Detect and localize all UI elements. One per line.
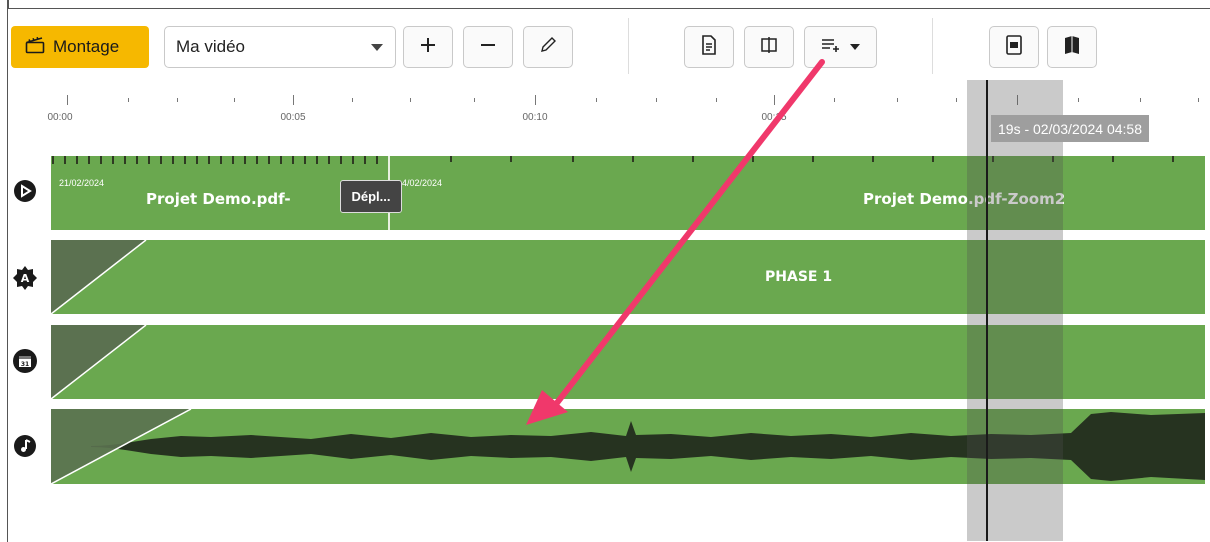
chevron-down-icon bbox=[371, 44, 383, 51]
playhead-band[interactable] bbox=[967, 80, 1063, 541]
clip-title: Projet Demo.pdf- bbox=[146, 190, 291, 208]
ruler-major-tick bbox=[67, 95, 68, 105]
document-icon bbox=[701, 34, 717, 60]
ruler-label: 00:10 bbox=[522, 112, 548, 123]
svg-text:A: A bbox=[21, 272, 30, 285]
ruler-minor-tick bbox=[234, 98, 235, 102]
pencil-icon bbox=[539, 36, 557, 59]
ruler-minor-tick bbox=[1140, 98, 1141, 102]
video-select[interactable]: Ma vidéo bbox=[164, 26, 396, 68]
minus-icon bbox=[479, 36, 497, 59]
svg-text:31: 31 bbox=[21, 361, 29, 368]
fade-in-handle[interactable] bbox=[51, 325, 151, 399]
fade-in-handle[interactable] bbox=[51, 240, 151, 314]
video-select-value: Ma vidéo bbox=[176, 37, 245, 56]
ruler-label: 00:00 bbox=[47, 112, 73, 123]
playhead[interactable] bbox=[986, 80, 988, 541]
ruler-minor-tick bbox=[1198, 98, 1199, 102]
frame-top-mark bbox=[7, 0, 9, 8]
plus-icon bbox=[419, 36, 437, 59]
caret-down-icon bbox=[850, 44, 860, 50]
ruler-major-tick bbox=[293, 95, 294, 105]
ruler-minor-tick bbox=[716, 98, 717, 102]
ruler-minor-tick bbox=[1078, 98, 1079, 102]
montage-label: Montage bbox=[53, 37, 120, 56]
play-circle-icon bbox=[12, 178, 38, 204]
ruler-minor-tick bbox=[177, 98, 178, 102]
ruler-label: 00:05 bbox=[280, 112, 306, 123]
ruler-minor-tick bbox=[656, 98, 657, 102]
phase-title: PHASE 1 bbox=[765, 269, 833, 285]
letter-a-badge-icon: A bbox=[12, 265, 38, 291]
ruler-minor-tick bbox=[596, 98, 597, 102]
document-button[interactable] bbox=[684, 26, 734, 68]
ruler-major-tick bbox=[774, 95, 775, 105]
edit-button[interactable] bbox=[523, 26, 573, 68]
export-button[interactable] bbox=[989, 26, 1039, 68]
toolbar-separator bbox=[932, 18, 933, 74]
book-button[interactable] bbox=[1047, 26, 1097, 68]
ruler-minor-tick bbox=[956, 98, 957, 102]
clip-date: 4/02/2024 bbox=[402, 178, 443, 188]
add-to-list-dropdown[interactable] bbox=[804, 26, 877, 68]
add-button[interactable] bbox=[403, 26, 453, 68]
ruler-label: 00:15 bbox=[761, 112, 787, 123]
ruler-minor-tick bbox=[897, 98, 898, 102]
move-tooltip: Dépl... bbox=[340, 180, 402, 213]
toolbar-separator bbox=[628, 18, 629, 74]
clip-date: 21/02/2024 bbox=[59, 178, 105, 188]
music-note-icon bbox=[12, 433, 38, 459]
book-icon bbox=[1063, 35, 1081, 60]
clapperboard-icon bbox=[25, 36, 45, 59]
ruler-minor-tick bbox=[352, 98, 353, 102]
montage-button[interactable]: Montage bbox=[11, 26, 149, 68]
split-button[interactable] bbox=[744, 26, 794, 68]
remove-button[interactable] bbox=[463, 26, 513, 68]
list-add-icon bbox=[821, 37, 841, 58]
export-icon bbox=[1005, 34, 1023, 60]
ruler-minor-tick bbox=[474, 98, 475, 102]
ruler-minor-tick bbox=[834, 98, 835, 102]
ruler-minor-tick bbox=[410, 98, 411, 102]
ruler-major-tick bbox=[535, 95, 536, 105]
split-icon bbox=[760, 36, 778, 59]
ruler-minor-tick bbox=[128, 98, 129, 102]
calendar-icon: 31 bbox=[12, 348, 38, 374]
playhead-label: 19s - 02/03/2024 04:58 bbox=[991, 115, 1150, 142]
